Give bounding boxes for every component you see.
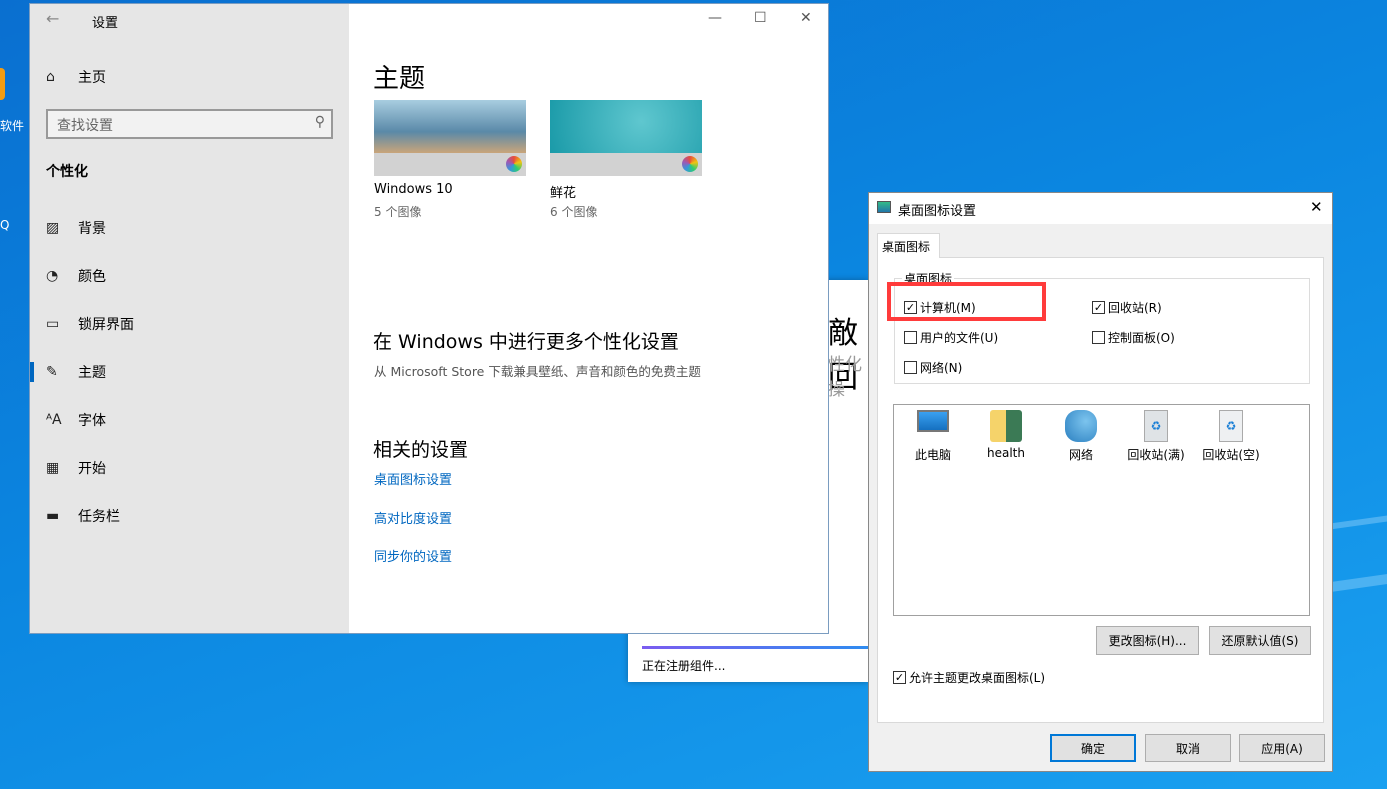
network-icon	[1065, 410, 1097, 442]
tab-desktop-icons[interactable]: 桌面图标	[877, 233, 940, 258]
taskbar-icon: ▬	[46, 508, 60, 524]
minimize-button[interactable]: —	[708, 10, 722, 26]
icon-item[interactable]: ♻ 回收站(满)	[1121, 404, 1191, 463]
computer-icon	[917, 410, 949, 432]
apply-button[interactable]: 应用(A)	[1239, 734, 1325, 762]
page-title: 主题	[373, 64, 426, 94]
icon-item[interactable]: ♻ 回收站(空)	[1196, 404, 1266, 463]
theme-card[interactable]	[550, 100, 702, 176]
ok-button[interactable]: 确定	[1050, 734, 1136, 762]
dialog-title: 桌面图标设置	[898, 204, 977, 219]
link-desktop-icons[interactable]: 桌面图标设置	[374, 469, 452, 488]
color-wheel-icon	[506, 156, 522, 172]
installer-subheading: 性化操	[828, 355, 862, 400]
nav-home[interactable]: ⌂ 主页	[46, 65, 106, 89]
icon-item[interactable]: health	[971, 404, 1041, 460]
link-sync[interactable]: 同步你的设置	[374, 546, 452, 565]
home-icon: ⌂	[46, 69, 55, 85]
highlight-box	[887, 282, 1046, 321]
installer-status: 正在注册组件...	[642, 659, 726, 673]
palette-icon: ◔	[46, 268, 59, 284]
related-heading: 相关的设置	[373, 439, 469, 461]
maximize-button[interactable]: ☐	[754, 10, 767, 26]
nav-colors[interactable]: ◔ 颜色	[46, 264, 106, 288]
tab-panel: 桌面图标 ✓ 计算机(M) ✓ 回收站(R) 用户的文件(U) 控制面板(O) 网络…	[877, 257, 1324, 723]
back-arrow-icon[interactable]: ←	[46, 9, 59, 28]
section-heading: 个性化	[46, 164, 88, 180]
window-title: 设置	[92, 16, 119, 31]
settings-window: ← 设置 ⌂ 主页 查找设置 ⚲ 个性化 ▨ 背景 ◔ 颜色 ▭ 锁屏界面 ✎ 主题 ᴬA 字…	[29, 3, 829, 634]
more-heading: 在 Windows 中进行更多个性化设置	[373, 331, 679, 353]
nav-background[interactable]: ▨ 背景	[46, 216, 106, 240]
change-icon-button[interactable]: 更改图标(H)...	[1096, 626, 1199, 655]
icon-item[interactable]: 网络	[1046, 404, 1116, 463]
user-folder-icon	[990, 410, 1022, 442]
lock-screen-icon: ▭	[46, 316, 60, 332]
desktop-icon-settings-dialog: 桌面图标设置 ✕ 桌面图标 桌面图标 ✓ 计算机(M) ✓ 回收站(R) 用户的文件…	[868, 192, 1333, 772]
nav-themes[interactable]: ✎ 主题	[46, 360, 106, 384]
recycle-bin-empty-icon: ♻	[1219, 410, 1243, 442]
dialog-titlebar: 桌面图标设置 ✕	[869, 193, 1332, 224]
cancel-button[interactable]: 取消	[1145, 734, 1231, 762]
icon-item[interactable]: 此电脑	[898, 404, 968, 463]
recycle-bin-full-icon: ♻	[1144, 410, 1168, 442]
search-icon: ⚲	[314, 114, 325, 130]
nav-start[interactable]: ▦ 开始	[46, 456, 106, 480]
theme-icon: ✎	[46, 364, 58, 380]
desktop-app-icon[interactable]	[0, 68, 5, 100]
theme-name: Windows 10	[374, 182, 453, 197]
checkbox-user-files[interactable]: 用户的文件(U)	[904, 329, 998, 346]
checkbox-network[interactable]: 网络(N)	[904, 359, 962, 376]
link-high-contrast[interactable]: 高对比度设置	[374, 508, 452, 527]
close-button[interactable]: ✕	[800, 10, 812, 26]
theme-card[interactable]	[374, 100, 526, 176]
desktop-icon-label[interactable]: Q	[0, 218, 9, 232]
desktop-icon-label[interactable]: 软件	[0, 117, 24, 134]
close-button[interactable]: ✕	[1310, 198, 1323, 216]
font-icon: ᴬA	[46, 412, 62, 428]
nav-lock-screen[interactable]: ▭ 锁屏界面	[46, 312, 134, 336]
progress-bar	[642, 646, 868, 649]
start-icon: ▦	[46, 460, 60, 476]
selected-indicator	[30, 362, 34, 382]
nav-taskbar[interactable]: ▬ 任务栏	[46, 504, 120, 528]
more-description[interactable]: 从 Microsoft Store 下载兼具壁纸、声音和颜色的免费主题	[374, 361, 701, 380]
monitor-icon	[877, 201, 891, 213]
image-icon: ▨	[46, 220, 60, 236]
theme-count: 6 个图像	[550, 205, 598, 219]
nav-fonts[interactable]: ᴬA 字体	[46, 408, 106, 432]
search-input[interactable]: 查找设置 ⚲	[46, 109, 333, 139]
restore-default-button[interactable]: 还原默认值(S)	[1209, 626, 1311, 655]
settings-sidebar: ← 设置 ⌂ 主页 查找设置 ⚲ 个性化 ▨ 背景 ◔ 颜色 ▭ 锁屏界面 ✎ 主题 ᴬA 字…	[30, 4, 349, 633]
checkbox-recycle-bin[interactable]: ✓ 回收站(R)	[1092, 299, 1162, 316]
theme-count: 5 个图像	[374, 205, 422, 219]
theme-name: 鲜花	[550, 186, 577, 201]
checkbox-control-panel[interactable]: 控制面板(O)	[1092, 329, 1175, 346]
checkbox-allow-theme[interactable]: ✓ 允许主题更改桌面图标(L)	[893, 669, 1045, 686]
color-wheel-icon	[682, 156, 698, 172]
